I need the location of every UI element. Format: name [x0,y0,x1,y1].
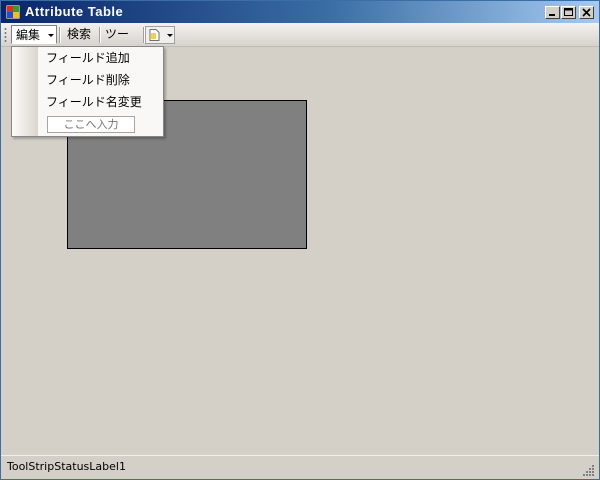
menu-item-rename-field[interactable]: フィールド名変更 [46,92,142,112]
window-title: Attribute Table [25,4,124,19]
menu-search[interactable]: 検索 [63,25,97,44]
document-split-button[interactable] [145,26,175,44]
status-bar: ToolStripStatusLabel1 [1,455,599,479]
edit-dropdown-menu: フィールド追加 フィールド削除 フィールド名変更 [11,46,164,137]
chevron-down-icon [48,34,54,37]
minimize-icon [549,14,555,16]
status-label: ToolStripStatusLabel1 [7,460,126,473]
menu-separator [59,27,61,43]
menu-item-add-field[interactable]: フィールド追加 [46,48,130,68]
menu-grip-handle[interactable] [4,27,7,43]
close-button[interactable] [579,6,594,19]
menu-tools[interactable]: ツール [101,25,141,60]
menu-edit[interactable]: 編集 [11,25,57,44]
document-icon [149,29,160,41]
title-bar[interactable]: Attribute Table [1,1,599,23]
chevron-down-icon[interactable] [167,34,173,37]
menu-item-delete-field[interactable]: フィールド削除 [46,70,130,90]
close-icon [582,8,591,17]
app-icon [6,5,20,19]
type-here-input[interactable] [47,116,135,133]
dropdown-image-margin [12,47,38,136]
menu-strip: 編集 検索 ツール [1,23,599,60]
resize-grip-icon[interactable] [583,464,595,476]
minimize-button[interactable] [545,6,560,19]
maximize-button[interactable] [561,6,576,19]
menu-edit-label: 編集 [16,28,41,42]
attribute-table-window: Attribute Table 編集 検索 ツール [0,0,600,480]
maximize-icon [564,8,573,16]
